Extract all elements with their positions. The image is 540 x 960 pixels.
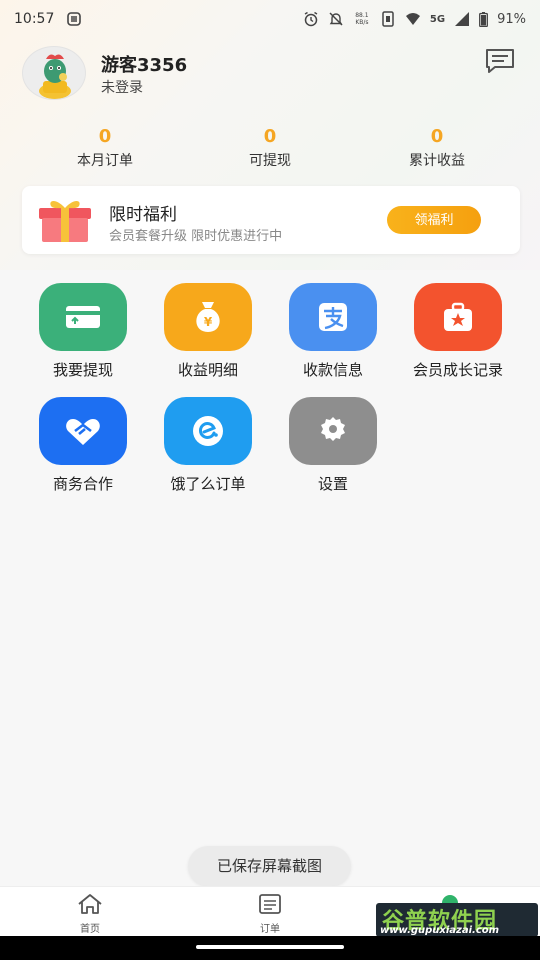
grid-label: 商务合作 xyxy=(52,475,113,493)
stat-value: 0 xyxy=(430,126,444,147)
stat-value: 0 xyxy=(263,126,277,147)
status-bar: 10:57 88.1 KB/s 5G 91% xyxy=(0,0,540,38)
toast-screenshot-saved: 已保存屏幕截图 xyxy=(188,846,351,886)
network-type: 5G xyxy=(429,13,446,25)
avatar-mascot-icon xyxy=(39,54,71,99)
battery-icon xyxy=(479,11,489,27)
grid-label: 我要提现 xyxy=(52,361,113,379)
grid-item-earnings-detail[interactable]: ¥ 收益明细 xyxy=(153,283,263,380)
sim-icon xyxy=(382,11,394,27)
watermark-logo: 谷普软件园 www.gupuxiazai.com xyxy=(376,903,538,937)
battery-level: 91% xyxy=(497,11,526,27)
message-button[interactable] xyxy=(484,48,516,74)
money-bag-icon: ¥ xyxy=(164,283,252,351)
grid-label: 收款信息 xyxy=(302,361,363,379)
grid-item-settings[interactable]: 设置 xyxy=(278,397,388,494)
stat-monthly-orders[interactable]: 0 本月订单 xyxy=(35,126,175,170)
net-speed: 88.1 KB/s xyxy=(355,12,369,26)
card-withdraw-icon xyxy=(39,283,127,351)
grid-label: 饿了么订单 xyxy=(170,475,246,493)
nav-item-home[interactable]: 首页 xyxy=(60,893,120,935)
star-briefcase-icon xyxy=(414,283,502,351)
nav-label: 首页 xyxy=(80,924,100,935)
grid-item-eleme-orders[interactable]: 饿了么订单 xyxy=(153,397,263,494)
grid-item-withdraw[interactable]: 我要提现 xyxy=(28,283,138,380)
limited-benefit-card[interactable]: 限时福利 会员套餐升级 限时优惠进行中 领福利 xyxy=(22,186,520,254)
stat-value: 0 xyxy=(98,126,112,147)
nav-label: 订单 xyxy=(260,924,280,935)
grid-item-business-cooperation[interactable]: 商务合作 xyxy=(28,397,138,494)
grid-label: 设置 xyxy=(317,475,348,493)
mute-bell-icon xyxy=(329,12,343,26)
benefit-title: 限时福利 xyxy=(109,205,177,225)
stat-total-earnings[interactable]: 0 累计收益 xyxy=(367,126,507,170)
stat-withdrawable[interactable]: 0 可提现 xyxy=(200,126,340,170)
alipay-icon xyxy=(289,283,377,351)
app-notification-icon xyxy=(67,12,82,26)
home-gesture-handle[interactable] xyxy=(196,945,344,949)
stat-label: 本月订单 xyxy=(77,153,133,169)
grid-item-payment-info[interactable]: 收款信息 xyxy=(278,283,388,380)
gear-icon xyxy=(289,397,377,465)
user-name: 游客3356 xyxy=(101,55,188,76)
stat-label: 累计收益 xyxy=(409,153,465,169)
wifi-icon xyxy=(405,13,420,25)
login-status[interactable]: 未登录 xyxy=(101,77,143,97)
alarm-icon xyxy=(304,11,318,27)
handshake-icon xyxy=(39,397,127,465)
chat-bubble-icon xyxy=(486,49,514,73)
order-list-icon xyxy=(259,894,281,914)
eleme-icon xyxy=(164,397,252,465)
avatar[interactable] xyxy=(22,46,86,100)
grid-label: 会员成长记录 xyxy=(412,361,503,379)
status-time: 10:57 xyxy=(14,11,55,27)
signal-icon xyxy=(455,12,470,26)
stat-label: 可提现 xyxy=(249,153,291,169)
claim-benefit-button[interactable]: 领福利 xyxy=(387,206,481,234)
watermark-url: www.gupuxiazai.com xyxy=(380,925,500,936)
grid-label: 收益明细 xyxy=(177,361,238,379)
home-icon xyxy=(78,894,102,914)
gift-box-icon xyxy=(39,201,91,242)
svg-text:¥: ¥ xyxy=(204,315,213,329)
nav-item-orders[interactable]: 订单 xyxy=(240,893,300,935)
benefit-subtitle: 会员套餐升级 限时优惠进行中 xyxy=(109,229,283,244)
grid-item-member-growth[interactable]: 会员成长记录 xyxy=(403,283,513,380)
